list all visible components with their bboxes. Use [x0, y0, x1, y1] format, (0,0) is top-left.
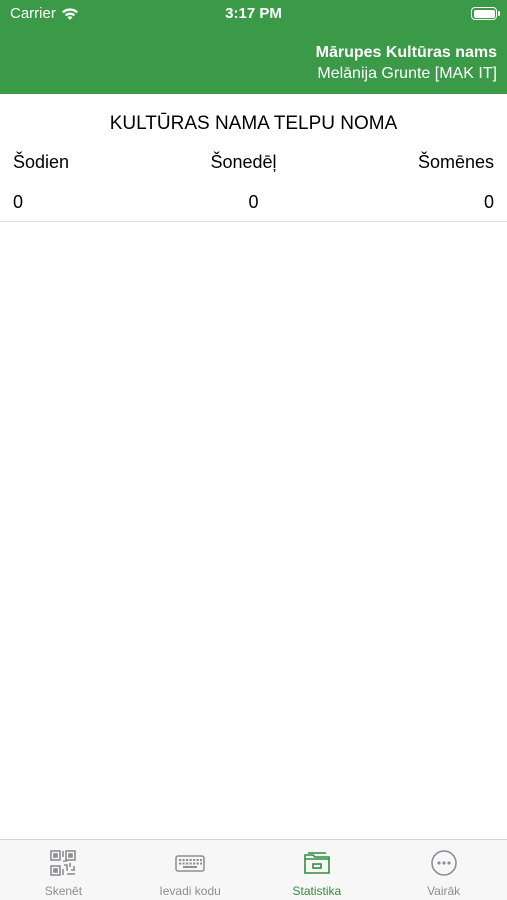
status-bar: Carrier 3:17 PM	[0, 0, 507, 28]
tab-statistics-label: Statistika	[292, 884, 342, 898]
more-icon	[430, 850, 457, 876]
header-info: Mārupes Kultūras nams Melānija Grunte [M…	[316, 42, 497, 84]
tab-scan-label: Skenēt	[44, 884, 83, 898]
row-divider	[0, 221, 507, 222]
stats-labels-row: Šodien Šonedēļ Šomēnes	[13, 152, 494, 173]
stat-value-week: 0	[248, 192, 259, 212]
organization-name: Mārupes Kultūras nams	[315, 44, 497, 61]
keyboard-icon	[175, 855, 205, 872]
tab-more-label: Vairāk	[427, 884, 461, 898]
stat-label-today: Šodien	[13, 152, 70, 172]
tab-enter-code[interactable]: Ievadi kodu	[127, 840, 254, 900]
page-title: KULTŪRAS NAMA TELPU NOMA	[109, 113, 398, 134]
stat-label-week: Šonedēļ	[210, 152, 277, 172]
qr-code-icon	[50, 850, 77, 876]
stats-values-row: 0 0 0	[13, 192, 494, 213]
folder-icon	[304, 852, 330, 874]
status-time: 3:17 PM	[225, 5, 282, 22]
stat-label-month: Šomēnes	[417, 152, 494, 172]
tab-scan[interactable]: Skenēt	[0, 840, 127, 900]
tab-bar: Skenēt Ievadi kodu Statistika Vairāk	[0, 839, 507, 900]
stat-value-today: 0	[13, 192, 24, 212]
app-screen: Carrier 3:17 PM Mārupes Kultūras nams Me…	[0, 0, 507, 900]
tab-more[interactable]: Vairāk	[380, 840, 507, 900]
stat-value-month: 0	[483, 192, 494, 212]
battery-icon	[471, 7, 500, 20]
tab-statistics[interactable]: Statistika	[254, 840, 381, 900]
tab-enter-code-label: Ievadi kodu	[159, 884, 221, 898]
user-name: Melānija Grunte [MAK IT]	[317, 65, 497, 82]
app-header: Carrier 3:17 PM Mārupes Kultūras nams Me…	[0, 0, 507, 94]
